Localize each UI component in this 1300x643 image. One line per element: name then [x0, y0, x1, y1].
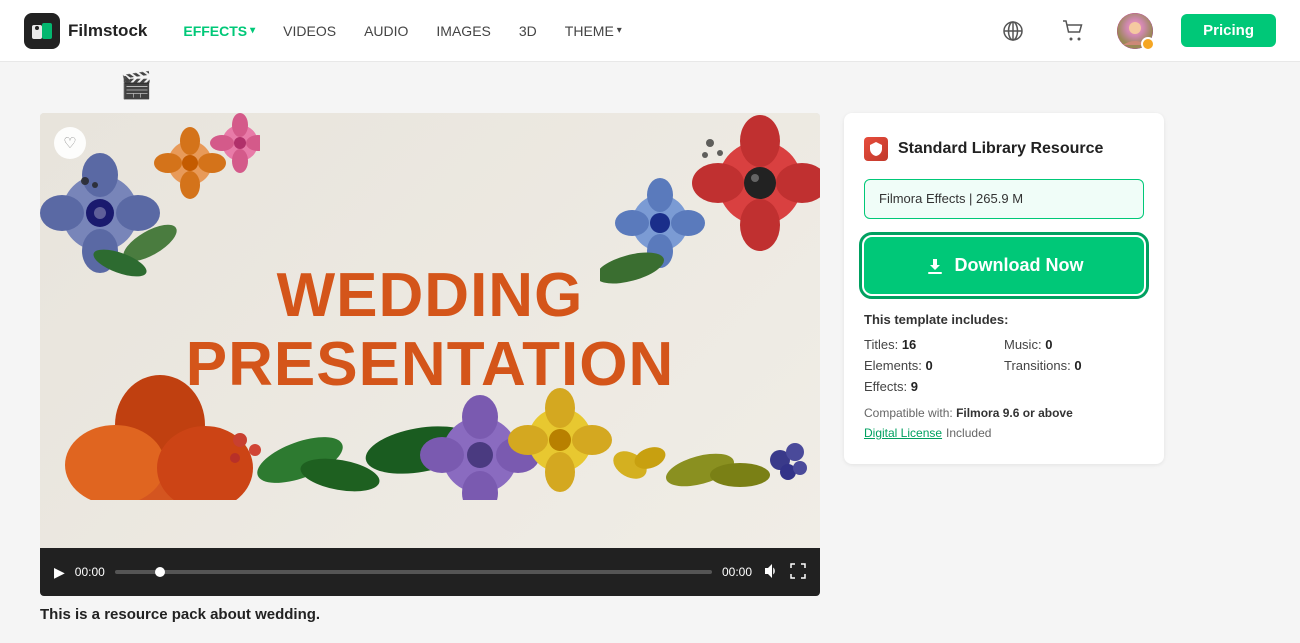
nav-effects[interactable]: EFFECTS ▾: [183, 23, 255, 39]
transitions-item: Transitions: 0: [1004, 358, 1144, 373]
main-layout: ♡: [0, 113, 1300, 596]
logo[interactable]: Filmstock: [24, 13, 147, 49]
video-frame: ♡: [40, 113, 820, 548]
file-info-text: Filmora Effects | 265.9 M: [879, 191, 1023, 206]
progress-indicator: [155, 567, 165, 577]
pricing-button[interactable]: Pricing: [1181, 14, 1276, 47]
effects-chevron-icon: ▾: [250, 25, 255, 36]
nav-3d[interactable]: 3D: [519, 23, 537, 39]
download-button[interactable]: Download Now: [864, 237, 1144, 294]
digital-license-link[interactable]: Digital License: [864, 426, 942, 440]
logo-text: Filmstock: [68, 21, 147, 41]
fullscreen-button[interactable]: [790, 563, 806, 582]
resource-title: Standard Library Resource: [898, 140, 1103, 158]
compatible-text: Compatible with: Filmora 9.6 or above: [864, 406, 1144, 420]
license-row: Digital License Included: [864, 426, 1144, 440]
theme-chevron-icon: ▾: [617, 25, 622, 36]
wedding-title-line2: PRESENTATION: [186, 331, 675, 399]
nav-audio[interactable]: AUDIO: [364, 23, 408, 39]
titles-item: Titles: 16: [864, 337, 1004, 352]
play-button[interactable]: ▶: [54, 564, 65, 581]
shield-icon: [864, 137, 888, 161]
right-panel: Standard Library Resource Filmora Effect…: [844, 113, 1164, 464]
includes-title: This template includes:: [864, 312, 1144, 327]
video-controls: ▶ 00:00 00:00: [40, 548, 820, 596]
bottom-description: This is a resource pack about wedding.: [0, 596, 1300, 623]
content-area: 🎬 ♡: [0, 62, 1300, 643]
music-item: Music: 0: [1004, 337, 1144, 352]
progress-bar[interactable]: [115, 570, 712, 574]
page-title-bar: 🎬: [0, 62, 1300, 113]
file-info-box: Filmora Effects | 265.9 M: [864, 179, 1144, 219]
cart-icon[interactable]: [1057, 15, 1089, 47]
effects-item: Effects: 9: [864, 379, 1004, 394]
navbar: Filmstock EFFECTS ▾ VIDEOS AUDIO IMAGES …: [0, 0, 1300, 62]
avatar[interactable]: [1117, 13, 1153, 49]
volume-button[interactable]: [762, 562, 780, 583]
nav-theme[interactable]: THEME ▾: [565, 23, 622, 39]
wedding-text: WEDDING PRESENTATION: [186, 262, 675, 398]
elements-item: Elements: 0: [864, 358, 1004, 373]
resource-header: Standard Library Resource: [864, 137, 1144, 161]
wedding-title-line1: WEDDING: [186, 262, 675, 330]
logo-icon: [24, 13, 60, 49]
nav-videos[interactable]: VIDEOS: [283, 23, 336, 39]
license-included-text: Included: [946, 426, 991, 440]
language-selector[interactable]: [997, 15, 1029, 47]
includes-grid: Titles: 16 Music: 0 Elements: 0 Transiti…: [864, 337, 1144, 394]
video-player: ♡: [40, 113, 820, 596]
nav-images[interactable]: IMAGES: [436, 23, 490, 39]
download-icon: [925, 256, 945, 276]
avatar-badge: [1141, 37, 1155, 51]
favorite-button[interactable]: ♡: [54, 127, 86, 159]
